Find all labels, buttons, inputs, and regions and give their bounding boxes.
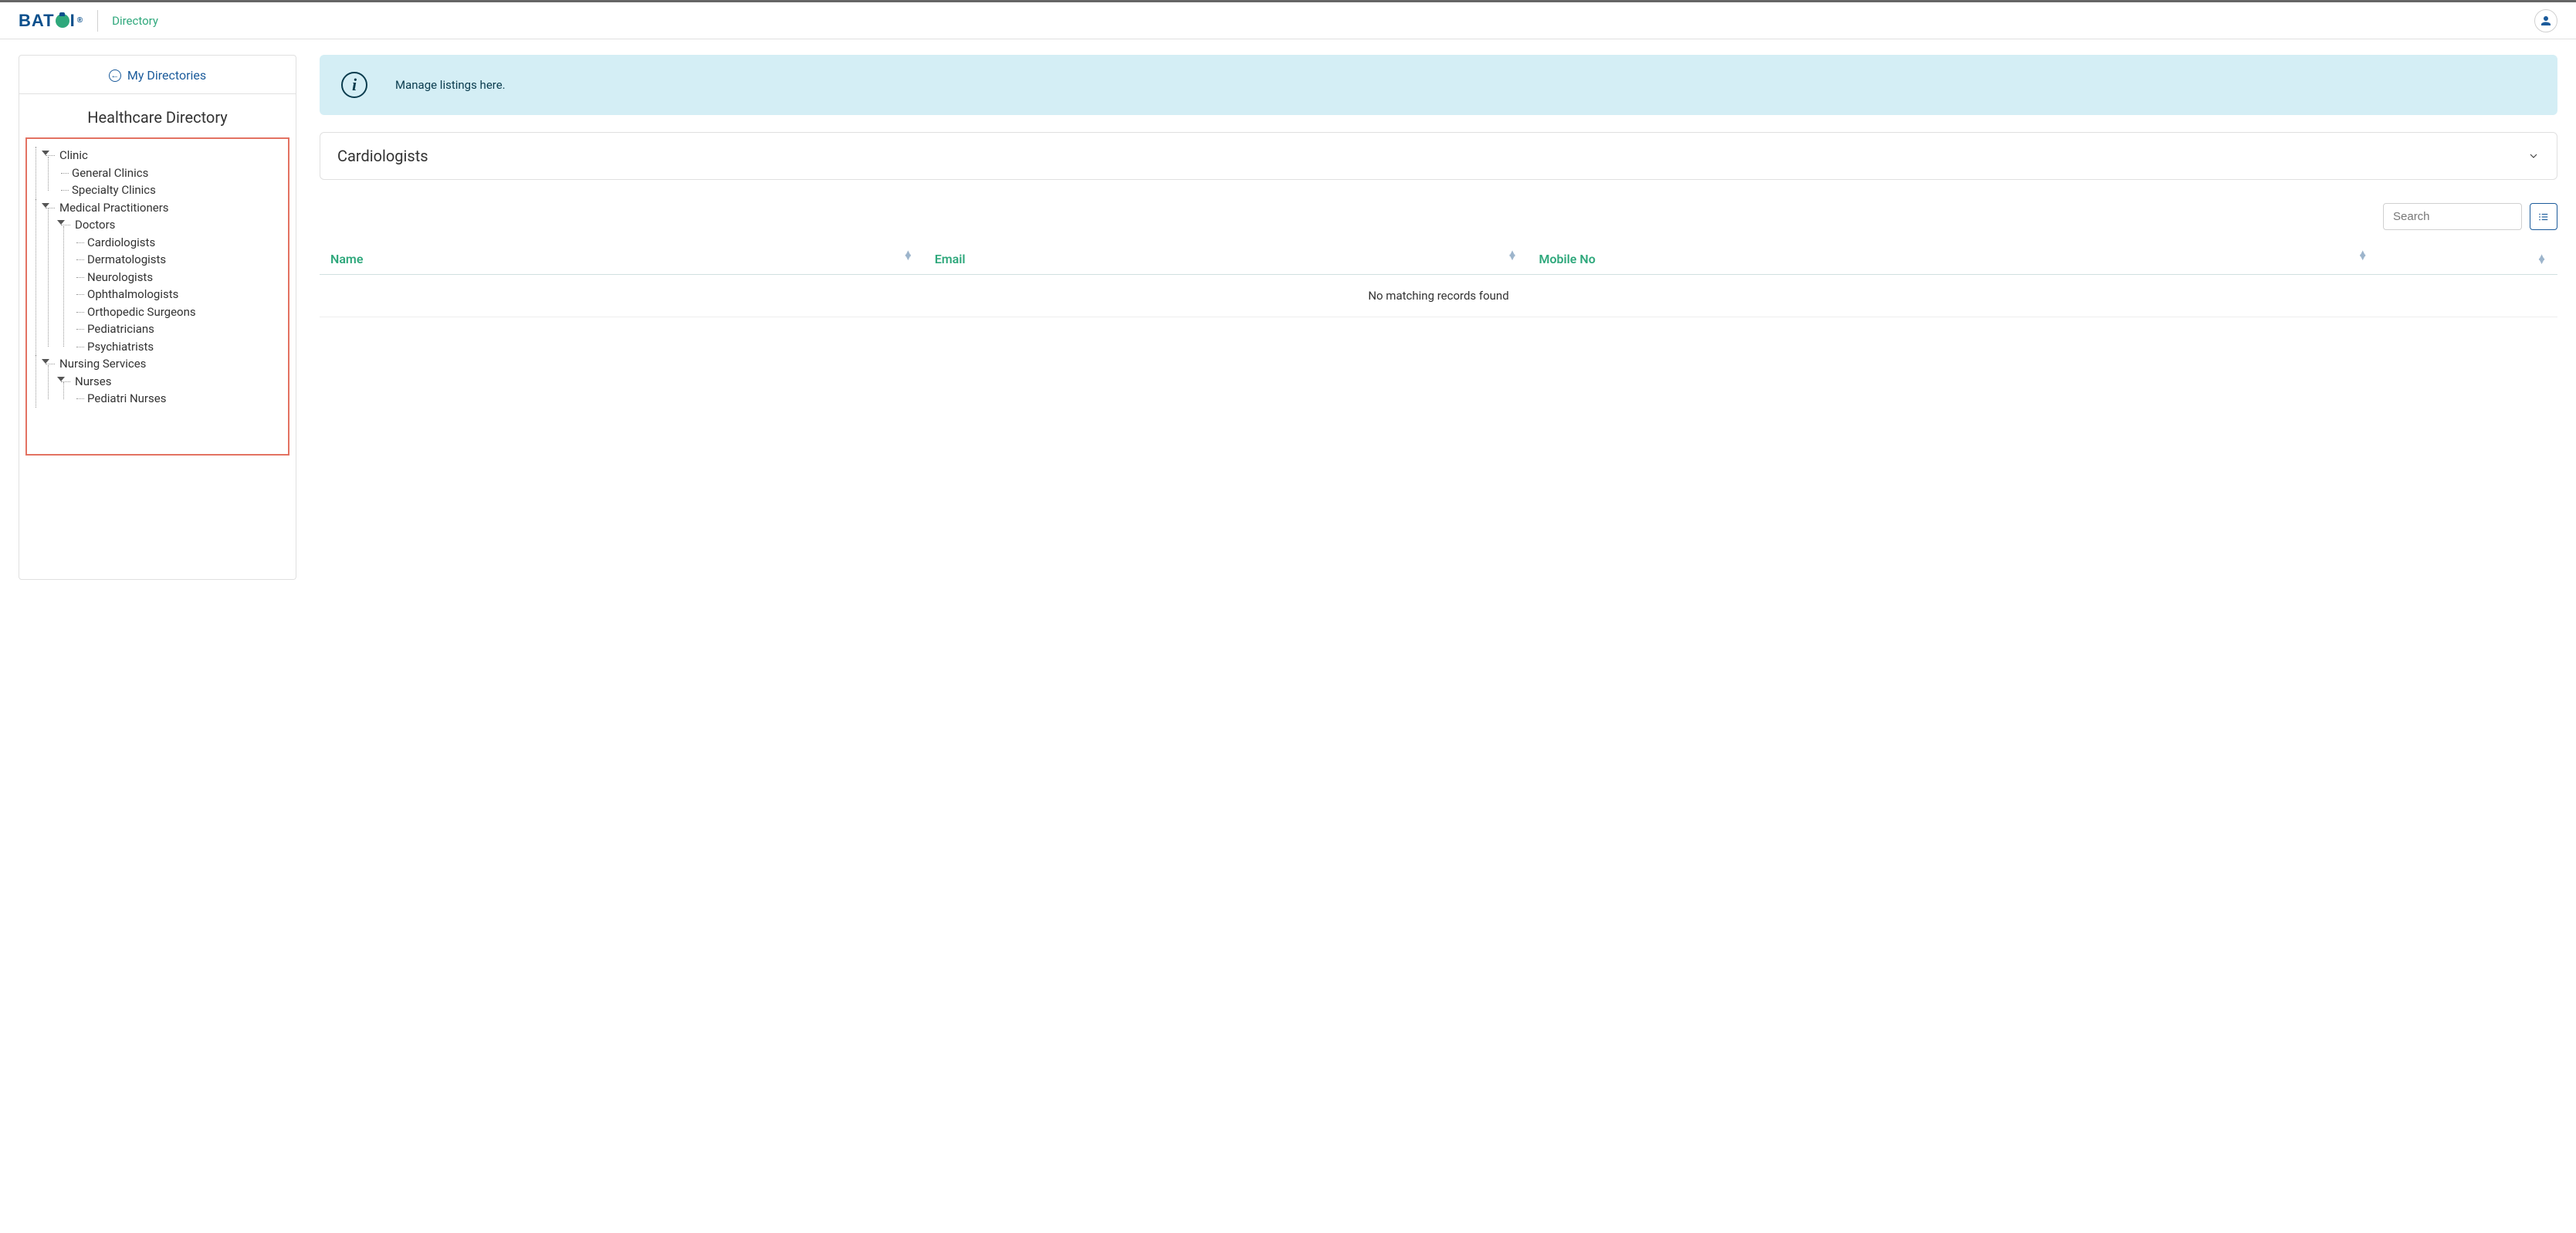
nav-directory-link[interactable]: Directory	[112, 14, 158, 28]
back-arrow-icon: ←	[109, 69, 121, 82]
tree-node-medical: Medical Practitioners Doctors Cardiologi…	[33, 199, 282, 356]
category-tree: Clinic General Clinics Specialty Clinics…	[33, 147, 282, 408]
tree-item-nurses[interactable]: Nurses	[61, 373, 282, 391]
table-controls	[320, 203, 2557, 230]
user-icon	[2539, 14, 2553, 28]
sort-icon[interactable]: ▲▼	[903, 252, 913, 259]
empty-message: No matching records found	[320, 275, 2557, 317]
sort-icon[interactable]: ▲▼	[2537, 256, 2547, 263]
collapse-icon[interactable]	[42, 203, 49, 208]
chevron-down-icon	[2527, 150, 2540, 162]
logo-text-2: I	[70, 11, 76, 31]
category-title: Cardiologists	[337, 147, 428, 165]
collapse-icon[interactable]	[57, 377, 65, 381]
column-header-mobile[interactable]: Mobile No ▲▼	[1528, 244, 2378, 275]
listings-table: Name ▲▼ Email ▲▼ Mobile No ▲▼ ▲▼	[320, 244, 2557, 317]
collapse-icon[interactable]	[57, 220, 65, 225]
tree-item-psychiatrists[interactable]: Psychiatrists	[76, 338, 282, 356]
sort-icon[interactable]: ▲▼	[2358, 252, 2368, 259]
sort-icon[interactable]: ▲▼	[1508, 252, 1518, 259]
my-directories-label: My Directories	[127, 68, 206, 83]
column-header-email[interactable]: Email ▲▼	[924, 244, 1528, 275]
list-icon	[2537, 212, 2550, 222]
info-banner: i Manage listings here.	[320, 55, 2557, 115]
tree-item-pediatric-nurses[interactable]: Pediatri Nurses	[76, 390, 282, 408]
directory-title: Healthcare Directory	[19, 94, 296, 137]
tree-node-clinic: Clinic General Clinics Specialty Clinics	[33, 147, 282, 199]
brand-logo[interactable]: BAT I®	[19, 11, 83, 31]
tree-item-orthopedic-surgeons[interactable]: Orthopedic Surgeons	[76, 303, 282, 321]
header-left: BAT I® Directory	[19, 10, 158, 32]
tree-item-medical-practitioners[interactable]: Medical Practitioners	[46, 199, 282, 217]
tree-container: Clinic General Clinics Specialty Clinics…	[25, 137, 289, 456]
tree-item-ophthalmologists[interactable]: Ophthalmologists	[76, 286, 282, 303]
list-view-button[interactable]	[2530, 203, 2557, 230]
logo-globe-icon	[56, 14, 69, 28]
collapse-icon[interactable]	[42, 359, 49, 364]
registered-mark: ®	[77, 16, 83, 25]
sidebar: ← My Directories Healthcare Directory Cl…	[19, 55, 296, 580]
column-header-name[interactable]: Name ▲▼	[320, 244, 924, 275]
main-container: ← My Directories Healthcare Directory Cl…	[0, 39, 2576, 595]
tree-item-doctors[interactable]: Doctors	[61, 216, 282, 234]
header-divider	[97, 10, 98, 32]
user-avatar-button[interactable]	[2534, 9, 2557, 32]
info-banner-text: Manage listings here.	[395, 78, 506, 92]
tree-item-nursing-services[interactable]: Nursing Services	[46, 355, 282, 373]
tree-item-dermatologists[interactable]: Dermatologists	[76, 251, 282, 269]
search-input[interactable]	[2383, 203, 2522, 230]
tree-item-specialty-clinics[interactable]: Specialty Clinics	[61, 181, 282, 199]
tree-node-nursing: Nursing Services Nurses Pediatri Nurses	[33, 355, 282, 408]
tree-item-pediatricians[interactable]: Pediatricians	[76, 320, 282, 338]
info-icon: i	[341, 72, 367, 98]
tree-item-clinic[interactable]: Clinic	[46, 147, 282, 164]
tree-item-general-clinics[interactable]: General Clinics	[61, 164, 282, 182]
main-content: i Manage listings here. Cardiologists	[320, 55, 2557, 317]
app-header: BAT I® Directory	[0, 2, 2576, 39]
collapse-icon[interactable]	[42, 151, 49, 155]
table-header-row: Name ▲▼ Email ▲▼ Mobile No ▲▼ ▲▼	[320, 244, 2557, 275]
column-header-actions: ▲▼	[2378, 244, 2557, 275]
logo-text-1: BAT	[19, 11, 55, 31]
table-empty-row: No matching records found	[320, 275, 2557, 317]
tree-item-cardiologists[interactable]: Cardiologists	[76, 234, 282, 252]
category-expand-panel[interactable]: Cardiologists	[320, 132, 2557, 180]
tree-item-neurologists[interactable]: Neurologists	[76, 269, 282, 286]
my-directories-button[interactable]: ← My Directories	[19, 56, 296, 94]
